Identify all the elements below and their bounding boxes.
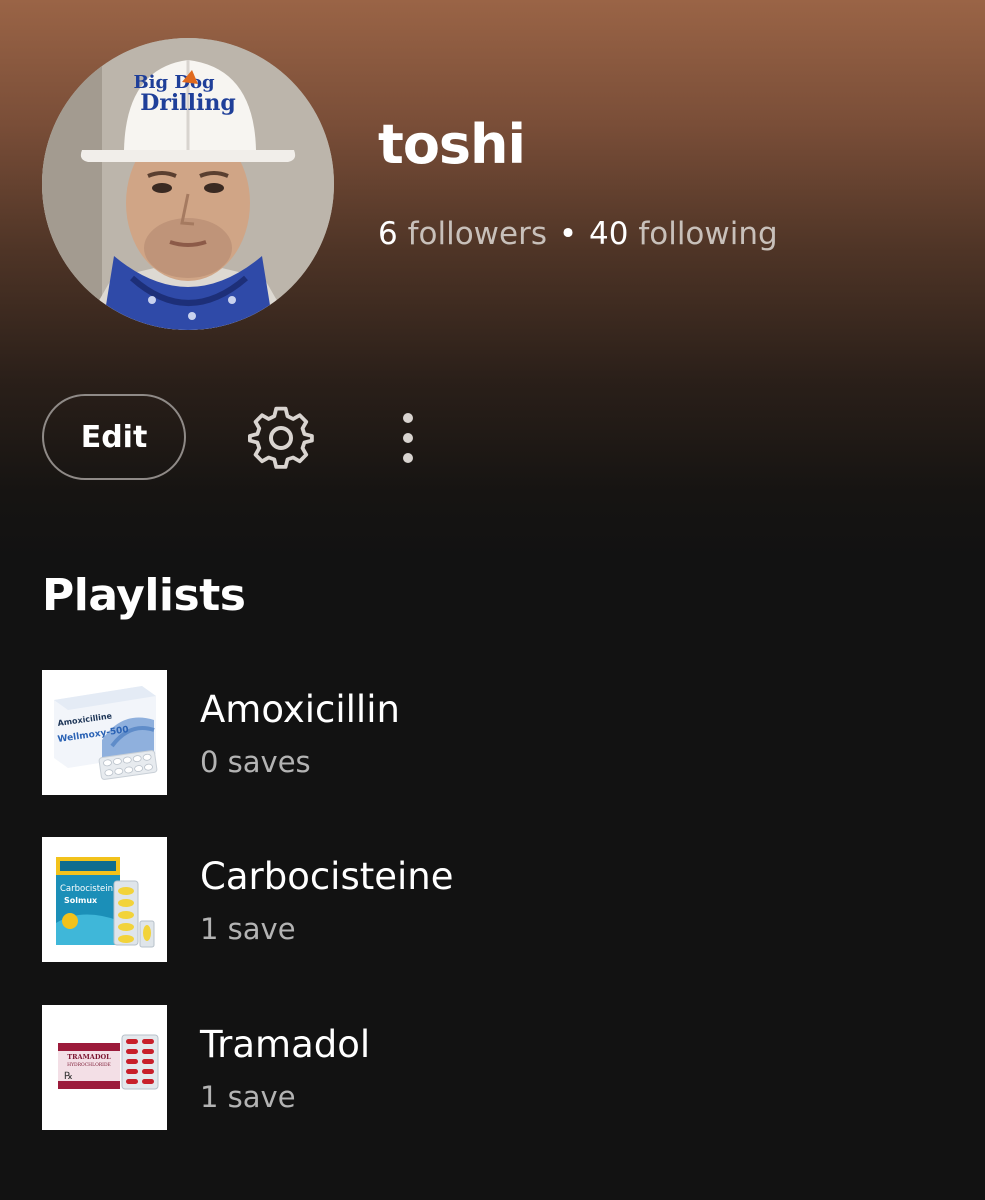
profile-avatar[interactable]: Big Dog Drilling bbox=[42, 38, 334, 330]
cover-text-generic: Carbocisteine bbox=[60, 884, 118, 894]
carbocisteine-box-image: Carbocisteine Solmux bbox=[42, 837, 167, 962]
playlist-title: Tramadol bbox=[200, 1023, 371, 1066]
gear-icon bbox=[248, 406, 314, 469]
playlist-cover: Amoxicilline Wellmoxy-500 bbox=[42, 670, 167, 795]
rx-symbol: ℞ bbox=[64, 1071, 73, 1082]
playlist-saves: 1 save bbox=[200, 912, 296, 946]
playlist-saves: 0 saves bbox=[200, 745, 311, 779]
playlist-item[interactable]: Carbocisteine Solmux Carbocisteine 1 sav… bbox=[42, 837, 942, 963]
playlists-section-title: Playlists bbox=[42, 570, 246, 621]
playlist-item[interactable]: Amoxicilline Wellmoxy-500 Amoxicillin 0 … bbox=[42, 670, 942, 796]
hat-logo-line2: Drilling bbox=[140, 90, 235, 116]
playlist-title: Amoxicillin bbox=[200, 688, 400, 731]
stats-separator: • bbox=[558, 216, 578, 252]
playlist-saves: 1 save bbox=[200, 1080, 296, 1114]
followers-link[interactable]: 6 followers bbox=[378, 216, 547, 252]
playlist-item[interactable]: TRAMADOL HYDROCHLORIDE ℞ Tramadol 1 save bbox=[42, 1005, 942, 1131]
avatar-photo: Big Dog Drilling bbox=[42, 38, 334, 330]
playlist-cover: Carbocisteine Solmux bbox=[42, 837, 167, 962]
profile-username: toshi bbox=[378, 113, 526, 176]
amoxicillin-box-image: Amoxicilline Wellmoxy-500 bbox=[42, 670, 167, 795]
cover-text-brand: Solmux bbox=[64, 896, 98, 905]
more-vertical-icon bbox=[403, 413, 413, 463]
tramadol-box-image: TRAMADOL HYDROCHLORIDE ℞ bbox=[42, 1005, 167, 1130]
following-count: 40 bbox=[589, 216, 629, 252]
cover-text-drug: TRAMADOL bbox=[67, 1053, 111, 1061]
playlist-cover: TRAMADOL HYDROCHLORIDE ℞ bbox=[42, 1005, 167, 1130]
playlist-title: Carbocisteine bbox=[200, 855, 454, 898]
edit-profile-button[interactable]: Edit bbox=[42, 394, 186, 480]
following-link[interactable]: 40 following bbox=[589, 216, 778, 252]
follow-stats: 6 followers • 40 following bbox=[378, 214, 778, 254]
more-options-button[interactable] bbox=[388, 408, 428, 468]
cover-text-form: HYDROCHLORIDE bbox=[67, 1062, 111, 1068]
followers-count: 6 bbox=[378, 216, 398, 252]
settings-button[interactable] bbox=[248, 405, 314, 471]
followers-label: followers bbox=[407, 216, 547, 252]
following-label: following bbox=[638, 216, 778, 252]
